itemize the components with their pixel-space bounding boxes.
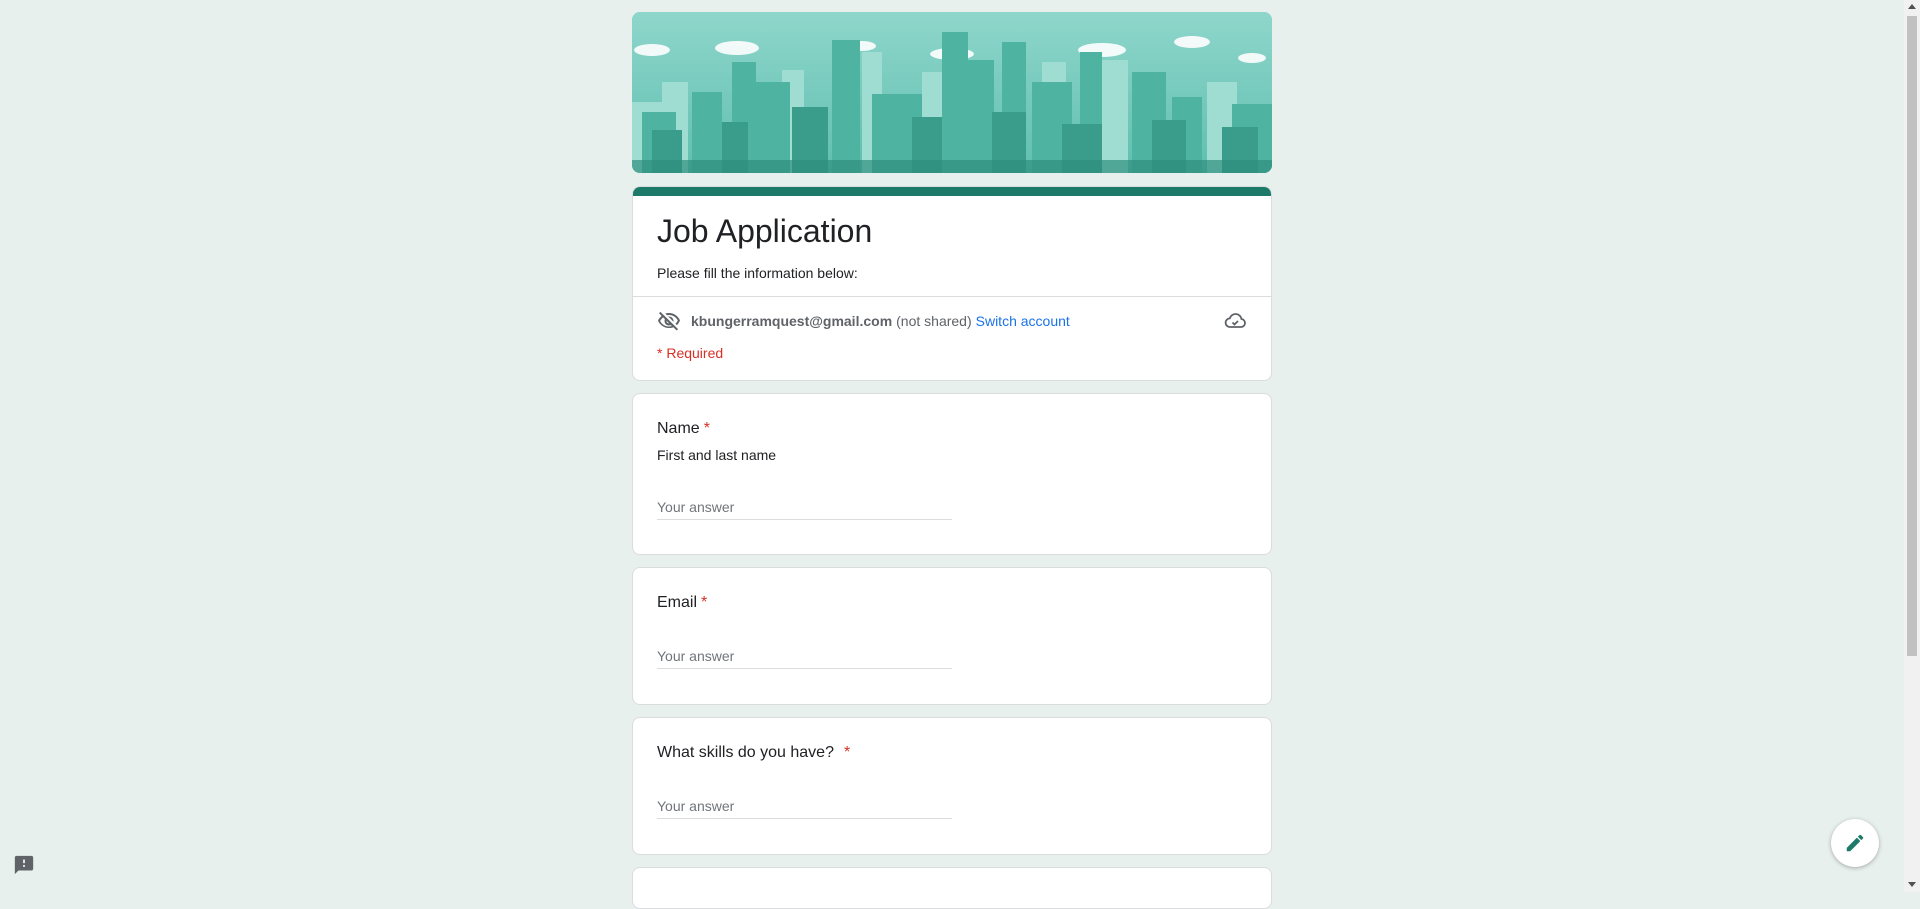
account-row: kbungerramquest@gmail.com (not shared) S… [657, 309, 1247, 333]
question-title: What skills do you have? * [657, 744, 850, 762]
question-title: Name * [657, 420, 710, 438]
question-title: Email * [657, 594, 707, 612]
report-icon[interactable] [13, 854, 35, 876]
switch-account-link[interactable]: Switch account [976, 313, 1070, 329]
question-card-name: Name * First and last name [632, 393, 1272, 555]
question-card-skills: What skills do you have? * [632, 717, 1272, 855]
form-description: Please fill the information below: [657, 265, 858, 281]
required-star: * [703, 420, 710, 437]
header-banner-image [632, 12, 1272, 173]
eye-off-icon [657, 309, 681, 333]
question-label: Email [657, 594, 698, 611]
skills-input[interactable] [657, 796, 952, 816]
form-header-card: Job Application Please fill the informat… [632, 186, 1272, 381]
scroll-down-arrow[interactable] [1908, 882, 1916, 887]
cloud-icon [1223, 309, 1247, 333]
answer-field [657, 796, 952, 819]
required-star: * [701, 594, 708, 611]
theme-accent-bar [633, 187, 1271, 196]
not-shared-label: (not shared) [896, 313, 972, 329]
scroll-up-arrow[interactable] [1908, 4, 1916, 9]
answer-field [657, 646, 952, 669]
required-note: * Required [657, 345, 724, 361]
name-input[interactable] [657, 497, 952, 517]
question-label: Name [657, 420, 700, 437]
question-label: What skills do you have? [657, 744, 834, 761]
question-description: First and last name [657, 447, 777, 463]
form-title: Job Application [657, 213, 873, 249]
edit-button[interactable] [1831, 819, 1879, 867]
scroll-thumb[interactable] [1907, 16, 1917, 656]
divider [633, 296, 1271, 297]
account-email: kbungerramquest@gmail.com [691, 313, 893, 329]
required-star: * [843, 744, 851, 761]
email-input[interactable] [657, 646, 952, 666]
question-card-email: Email * [632, 567, 1272, 705]
pencil-icon [1846, 834, 1864, 852]
vertical-scrollbar[interactable] [1904, 0, 1920, 892]
answer-field [657, 497, 952, 520]
question-card-next [632, 867, 1272, 909]
